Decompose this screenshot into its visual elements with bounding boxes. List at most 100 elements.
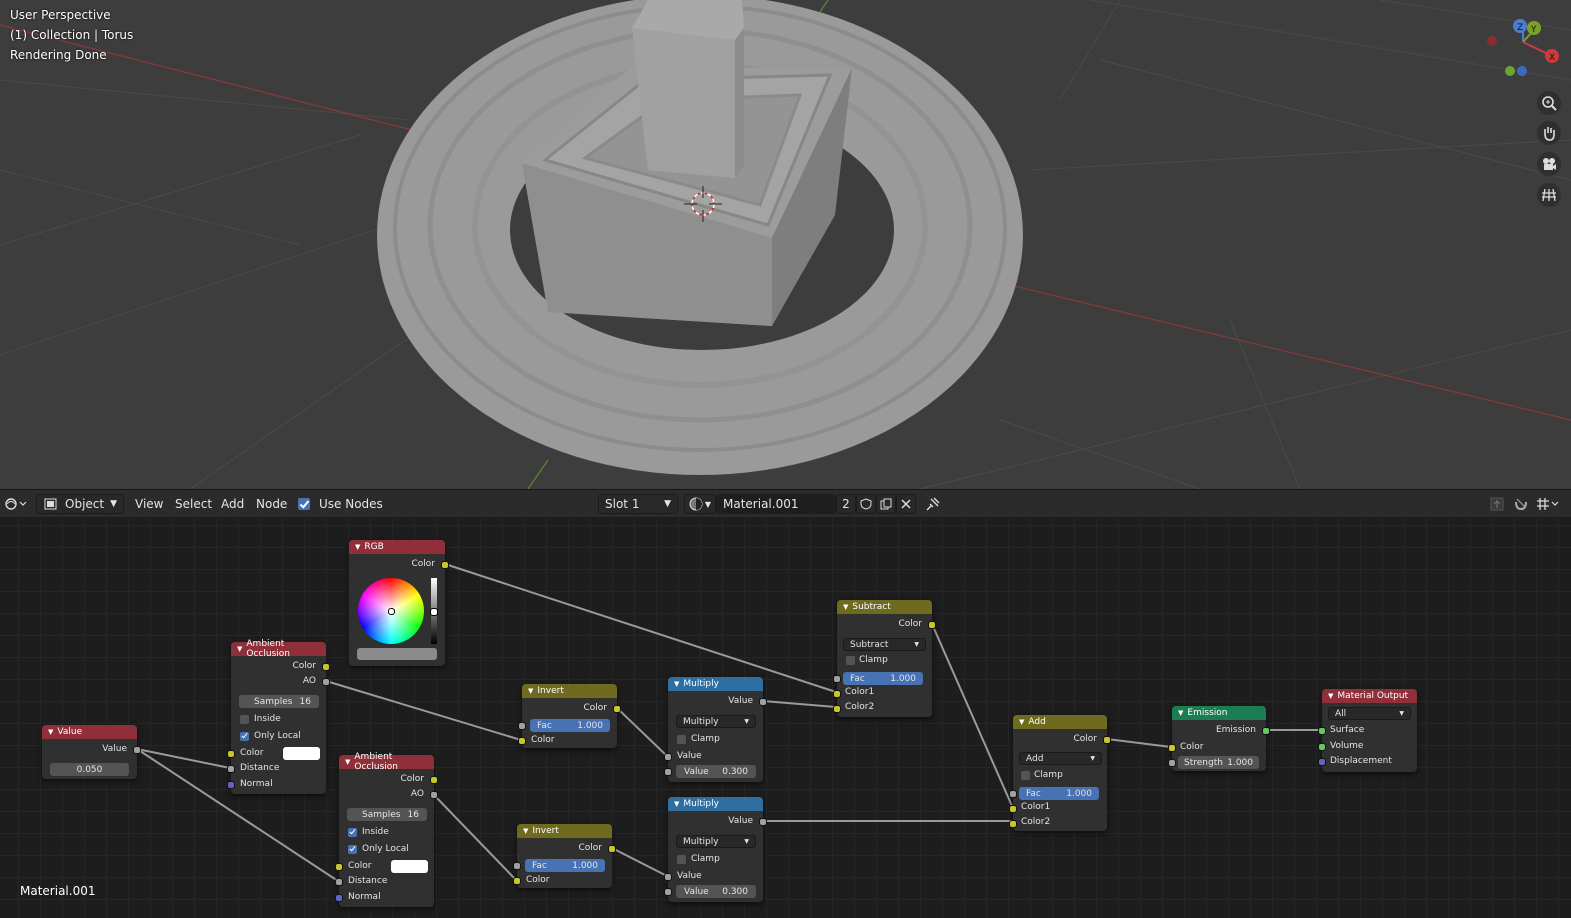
emission-header[interactable]: ▼ Emission <box>1172 706 1266 720</box>
ao1-header[interactable]: ▼ Ambient Occlusion <box>231 639 326 659</box>
grid-ortho-icon[interactable] <box>1537 183 1561 207</box>
output-target-dropdown[interactable]: All ▼ <box>1328 707 1411 720</box>
emission-strength-socket[interactable] <box>1168 759 1176 767</box>
hand-pan-icon[interactable] <box>1537 121 1561 145</box>
camera-icon[interactable] <box>1537 152 1561 176</box>
output-volume-socket[interactable] <box>1318 743 1326 751</box>
snap-mode-dropdown[interactable] <box>1535 490 1561 518</box>
emission-out-socket[interactable] <box>1262 727 1270 735</box>
add-out-socket[interactable] <box>1103 736 1111 744</box>
value-node-out-socket[interactable] <box>133 746 141 754</box>
color-wheel[interactable] <box>358 578 424 644</box>
collapse-arrow-icon[interactable]: ▼ <box>1019 718 1024 726</box>
slot-dropdown[interactable]: Slot 1 ▼ <box>598 494 678 514</box>
rgb-node-header[interactable]: ▼ RGB <box>349 540 445 554</box>
value-slider[interactable] <box>430 578 438 644</box>
ao2-in-normal-socket[interactable] <box>335 894 343 902</box>
add-header[interactable]: ▼ Add <box>1013 715 1107 729</box>
menu-add[interactable]: Add <box>221 490 244 518</box>
multiply2-in-value-socket[interactable] <box>664 873 672 881</box>
add-node[interactable]: ▼ Add Color Add ▼ Clamp Fac 1.000 Color1… <box>1009 715 1111 831</box>
subtract-out-socket[interactable] <box>928 621 936 629</box>
ao1-out-color-socket[interactable] <box>322 663 330 671</box>
add-color2-socket[interactable] <box>1009 820 1017 828</box>
subtract-clamp-checkbox[interactable] <box>846 656 855 665</box>
zoom-icon[interactable] <box>1537 91 1561 115</box>
ao2-in-color-socket[interactable] <box>335 863 343 871</box>
material-browse-button[interactable]: ▼ <box>684 494 716 514</box>
subtract-node[interactable]: ▼ Subtract Color Subtract ▼ Clamp Fac 1.… <box>833 600 936 717</box>
3d-viewport[interactable]: Z Y X User Perspective (1) Collection | … <box>0 0 1571 489</box>
multiply1-op-dropdown[interactable]: Multiply ▼ <box>676 715 756 728</box>
ao2-header[interactable]: ▼ Ambient Occlusion <box>339 752 434 772</box>
invert1-fac-field[interactable]: Fac 1.000 <box>530 719 610 732</box>
invert2-fac-socket[interactable] <box>513 862 521 870</box>
ao1-only-local-checkbox[interactable] <box>240 732 249 741</box>
material-name-field[interactable]: Material.001 <box>716 494 836 514</box>
menu-node[interactable]: Node <box>256 490 287 518</box>
ao1-in-normal-socket[interactable] <box>227 781 235 789</box>
value-node[interactable]: ▼ Value Value 0.050 <box>42 725 141 779</box>
collapse-arrow-icon[interactable]: ▼ <box>843 603 848 611</box>
ambient-occlusion-node-1[interactable]: ▼ Ambient Occlusion Color AO Samples 16 … <box>227 639 330 794</box>
invert1-in-color-socket[interactable] <box>518 737 526 745</box>
invert2-in-color-socket[interactable] <box>513 877 521 885</box>
multiply2-header[interactable]: ▼ Multiply <box>668 797 763 811</box>
multiply2-op-dropdown[interactable]: Multiply ▼ <box>676 835 756 848</box>
snap-toggle[interactable] <box>1513 490 1529 518</box>
unlink-material-button[interactable] <box>896 494 916 514</box>
multiply1-value-field[interactable]: Value 0.300 <box>676 765 756 778</box>
multiply1-value2-socket[interactable] <box>664 768 672 776</box>
ao2-out-ao-socket[interactable] <box>430 791 438 799</box>
collapse-arrow-icon[interactable]: ▼ <box>674 680 679 688</box>
subtract-header[interactable]: ▼ Subtract <box>837 600 932 614</box>
add-fac-socket[interactable] <box>1009 790 1017 798</box>
subtract-fac-field[interactable]: Fac 1.000 <box>843 672 923 685</box>
collapse-arrow-icon[interactable]: ▼ <box>528 687 533 695</box>
ao2-color-swatch[interactable] <box>391 860 428 873</box>
emission-node[interactable]: ▼ Emission Emission Color Strength 1.000 <box>1168 706 1270 771</box>
collapse-arrow-icon[interactable]: ▼ <box>1178 709 1183 717</box>
value-node-field[interactable]: 0.050 <box>50 763 129 776</box>
ao2-in-distance-socket[interactable] <box>335 878 343 886</box>
ao2-inside-checkbox[interactable] <box>348 828 357 837</box>
rgb-out-color-socket[interactable] <box>441 561 449 569</box>
ao1-inside-checkbox[interactable] <box>240 715 249 724</box>
parent-node-tree-button[interactable] <box>1490 490 1504 518</box>
collapse-arrow-icon[interactable]: ▼ <box>1328 692 1333 700</box>
invert2-header[interactable]: ▼ Invert <box>517 824 612 838</box>
ao1-in-distance-socket[interactable] <box>227 765 235 773</box>
multiply2-value2-socket[interactable] <box>664 888 672 896</box>
ao2-only-local-checkbox[interactable] <box>348 845 357 854</box>
multiply1-out-socket[interactable] <box>759 698 767 706</box>
ao1-color-swatch[interactable] <box>283 747 320 760</box>
ao1-in-color-socket[interactable] <box>227 750 235 758</box>
fake-user-button[interactable] <box>856 494 876 514</box>
pin-button[interactable] <box>926 490 940 518</box>
invert2-fac-field[interactable]: Fac 1.000 <box>525 859 605 872</box>
emission-strength-field[interactable]: Strength 1.000 <box>1178 756 1259 769</box>
material-output-header[interactable]: ▼ Material Output <box>1322 689 1417 703</box>
subtract-fac-socket[interactable] <box>833 675 841 683</box>
subtract-op-dropdown[interactable]: Subtract ▼ <box>843 638 926 651</box>
color-wheel-cursor[interactable] <box>388 608 395 615</box>
menu-select[interactable]: Select <box>175 490 212 518</box>
multiply1-header[interactable]: ▼ Multiply <box>668 677 763 691</box>
output-surface-socket[interactable] <box>1318 727 1326 735</box>
ao2-out-color-socket[interactable] <box>430 776 438 784</box>
add-op-dropdown[interactable]: Add ▼ <box>1019 752 1102 765</box>
add-clamp-checkbox[interactable] <box>1021 771 1030 780</box>
ao2-samples-field[interactable]: Samples 16 <box>347 808 427 821</box>
use-nodes-checkbox[interactable] <box>298 498 310 510</box>
multiply-node-2[interactable]: ▼ Multiply Value Multiply ▼ Clamp Value … <box>664 797 767 902</box>
multiply1-clamp-checkbox[interactable] <box>677 735 686 744</box>
ao1-out-ao-socket[interactable] <box>322 678 330 686</box>
emission-in-color-socket[interactable] <box>1168 744 1176 752</box>
duplicate-material-button[interactable] <box>876 494 896 514</box>
invert-node-1[interactable]: ▼ Invert Color Fac 1.000 Color <box>518 684 621 748</box>
use-nodes-toggle[interactable]: Use Nodes <box>298 490 383 518</box>
value-slider-handle[interactable] <box>430 608 438 616</box>
add-color1-socket[interactable] <box>1009 805 1017 813</box>
rgb-node[interactable]: ▼ RGB Color <box>349 540 449 666</box>
collapse-arrow-icon[interactable]: ▼ <box>674 800 679 808</box>
